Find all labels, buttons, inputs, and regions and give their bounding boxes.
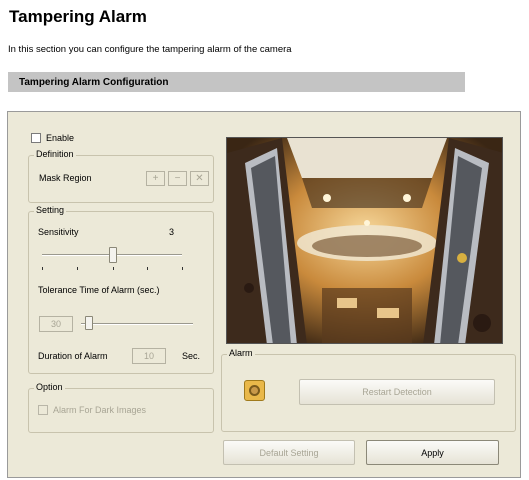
slider-tick [113,267,114,270]
tolerance-value-field[interactable]: 30 [39,316,73,332]
alarm-group: Alarm Restart Detection [221,348,516,432]
option-legend: Option [34,382,65,392]
duration-label: Duration of Alarm [38,351,108,361]
dark-images-label: Alarm For Dark Images [53,405,147,415]
page-description: In this section you can configure the ta… [8,44,292,55]
add-mask-icon[interactable]: + [146,171,165,186]
slider-tick [77,267,78,270]
tolerance-slider-track[interactable] [81,323,193,325]
definition-legend: Definition [34,149,76,159]
sensitivity-slider-thumb[interactable] [109,247,117,263]
option-group: Option Alarm For Dark Images [28,382,214,433]
duration-unit: Sec. [182,351,201,361]
remove-mask-icon[interactable]: − [168,171,187,186]
alarm-legend: Alarm [227,348,255,358]
tolerance-label: Tolerance Time of Alarm (sec.) [38,285,160,295]
mask-region-label: Mask Region [39,173,92,183]
duration-value-field[interactable]: 10 [132,348,166,364]
page-title: Tampering Alarm [9,7,147,26]
camera-preview-image [226,137,503,344]
default-setting-button[interactable]: Default Setting [223,440,355,465]
apply-button[interactable]: Apply [366,440,499,465]
alarm-indicator-icon [244,380,265,401]
setting-legend: Setting [34,205,67,215]
enable-label: Enable [46,133,75,143]
section-header: Tampering Alarm Configuration [8,72,465,92]
config-panel: Enable Definition Mask Region + − ✕ Sett… [7,111,521,478]
sensitivity-value: 3 [169,227,175,237]
dark-images-checkbox[interactable] [38,405,48,415]
enable-checkbox[interactable] [31,133,41,143]
slider-tick [42,267,43,270]
definition-group: Definition Mask Region + − ✕ [28,149,214,203]
restart-detection-button[interactable]: Restart Detection [299,379,495,405]
sensitivity-label: Sensitivity [38,227,79,237]
clear-mask-icon[interactable]: ✕ [190,171,209,186]
slider-tick [182,267,183,270]
setting-group: Setting Sensitivity 3 Tolerance Time of … [28,205,214,374]
slider-tick [147,267,148,270]
tolerance-slider-thumb[interactable] [85,316,93,330]
